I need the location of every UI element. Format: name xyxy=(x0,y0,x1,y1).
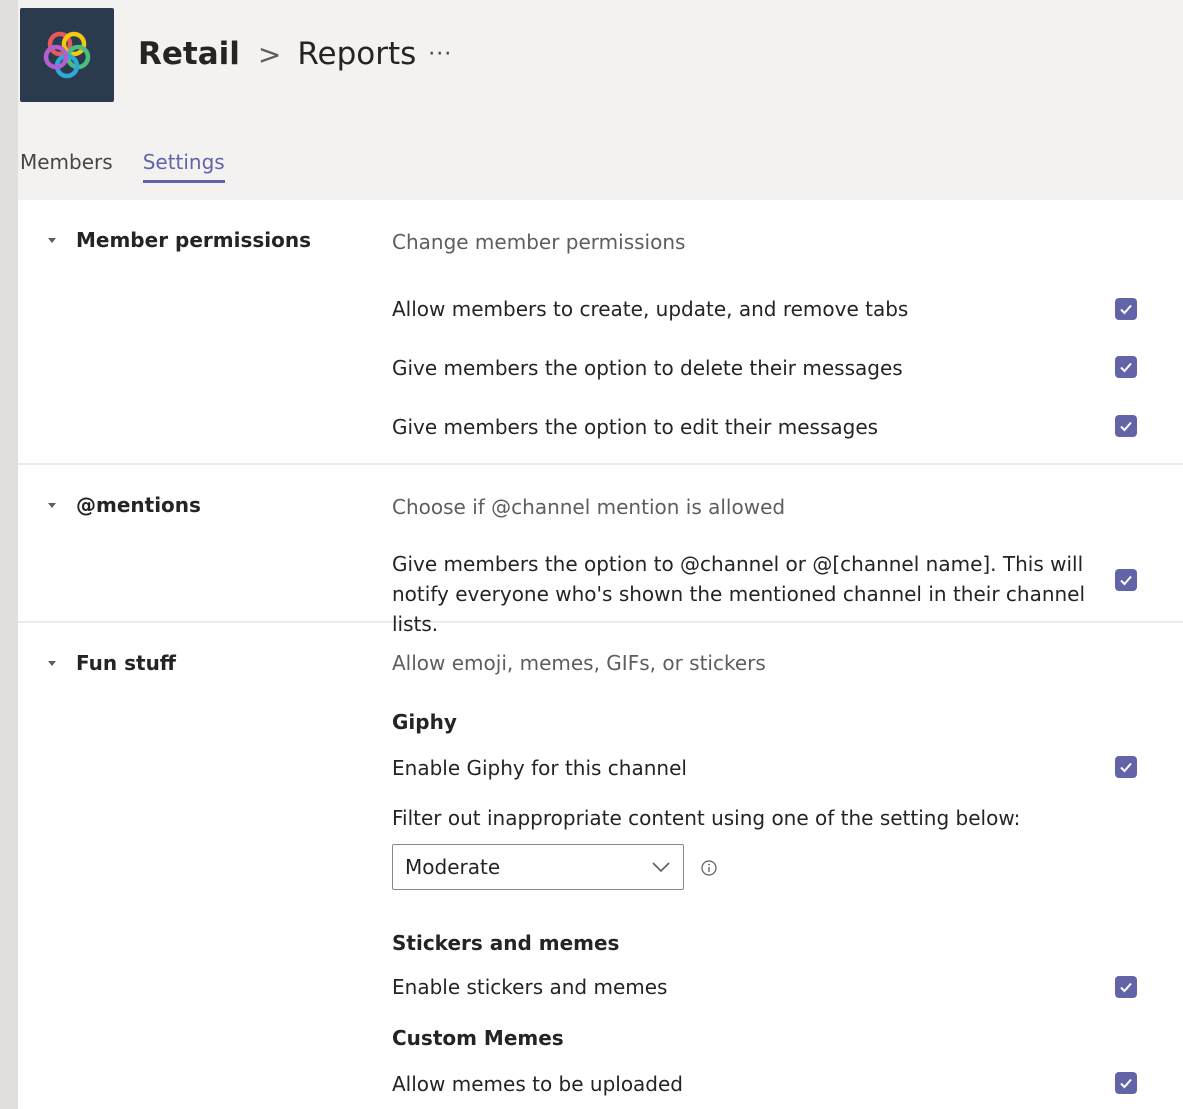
checkmark-icon xyxy=(1120,421,1132,432)
setting-label: Enable Giphy for this channel xyxy=(392,756,687,780)
dropdown-value: Moderate xyxy=(405,855,501,879)
chevron-down-icon xyxy=(652,862,670,873)
settings-panel: Member permissions Change member permiss… xyxy=(18,200,1183,1109)
breadcrumb-separator: > xyxy=(257,37,282,71)
custom-memes-heading: Custom Memes xyxy=(392,1026,564,1050)
enable-giphy-checkbox[interactable] xyxy=(1115,756,1137,778)
setting-label: Allow members to create, update, and rem… xyxy=(392,297,909,321)
enable-stickers-checkbox[interactable] xyxy=(1115,976,1137,998)
setting-label: Enable stickers and memes xyxy=(392,975,668,999)
caret-down-icon xyxy=(48,502,56,508)
colorful-knot-logo-icon xyxy=(43,31,91,79)
setting-label: Allow memes to be uploaded xyxy=(392,1072,684,1096)
section-description: Allow emoji, memes, GIFs, or stickers xyxy=(392,651,766,675)
section-member-permissions: Member permissions Change member permiss… xyxy=(18,200,1183,465)
edit-messages-checkbox[interactable] xyxy=(1115,415,1137,437)
caret-down-icon xyxy=(48,237,56,243)
delete-messages-checkbox[interactable] xyxy=(1115,356,1137,378)
channel-mention-checkbox[interactable] xyxy=(1115,569,1137,591)
tab-bar: Members Settings xyxy=(20,150,255,183)
info-icon[interactable] xyxy=(701,860,717,876)
section-title: Member permissions xyxy=(76,228,311,252)
setting-label: Give members the option to delete their … xyxy=(392,356,903,380)
team-logo xyxy=(20,8,114,102)
checkmark-icon xyxy=(1120,304,1132,315)
section-mentions: @mentions Choose if @channel mention is … xyxy=(18,465,1183,636)
allow-tabs-checkbox[interactable] xyxy=(1115,298,1137,320)
tab-members[interactable]: Members xyxy=(20,150,113,183)
section-title: @mentions xyxy=(76,493,201,517)
section-description: Change member permissions xyxy=(392,230,686,254)
section-header-mentions[interactable]: @mentions xyxy=(48,493,201,517)
checkmark-icon xyxy=(1120,575,1132,586)
giphy-filter-dropdown[interactable]: Moderate xyxy=(392,844,684,890)
checkmark-icon xyxy=(1120,762,1132,773)
caret-down-icon xyxy=(48,660,56,666)
left-edge-strip xyxy=(0,0,18,1109)
checkmark-icon xyxy=(1120,362,1132,373)
section-description: Choose if @channel mention is allowed xyxy=(392,495,786,519)
tab-settings[interactable]: Settings xyxy=(142,150,225,183)
checkmark-icon xyxy=(1120,1078,1132,1089)
more-options-icon[interactable]: ··· xyxy=(428,42,452,67)
giphy-heading: Giphy xyxy=(392,710,457,734)
filter-label: Filter out inappropriate content using o… xyxy=(392,806,1021,830)
team-name[interactable]: Retail xyxy=(138,36,240,72)
section-header-fun-stuff[interactable]: Fun stuff xyxy=(48,651,176,675)
stickers-heading: Stickers and memes xyxy=(392,931,620,955)
setting-label: Give members the option to edit their me… xyxy=(392,415,879,439)
section-title: Fun stuff xyxy=(76,651,177,675)
channel-header: Retail > Reports ··· Members Settings xyxy=(18,0,1183,200)
upload-memes-checkbox[interactable] xyxy=(1115,1072,1137,1094)
section-header-member-permissions[interactable]: Member permissions xyxy=(48,228,311,252)
breadcrumb: Retail > Reports ··· xyxy=(138,36,452,72)
checkmark-icon xyxy=(1120,982,1132,993)
channel-name: Reports xyxy=(297,36,417,72)
